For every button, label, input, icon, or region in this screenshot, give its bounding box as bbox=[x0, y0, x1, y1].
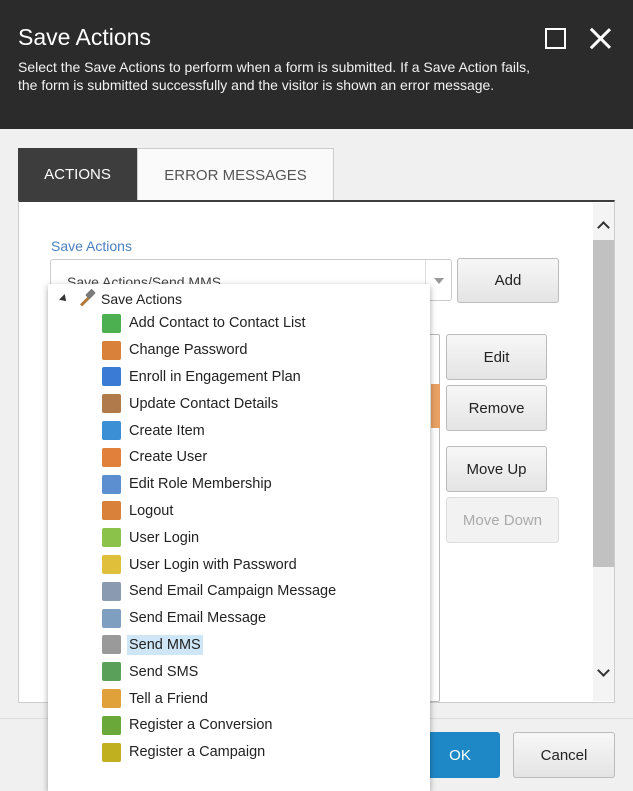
save-actions-label: Save Actions bbox=[51, 238, 132, 254]
flag-icon bbox=[102, 715, 121, 735]
tree-item[interactable]: User Login with Password bbox=[102, 551, 338, 578]
create-item-icon bbox=[102, 421, 121, 441]
dialog-header: Save Actions Select the Save Actions to … bbox=[0, 0, 633, 129]
tree-item[interactable]: Edit Role Membership bbox=[102, 471, 338, 498]
tree-root-label: Save Actions bbox=[101, 291, 182, 307]
tree-item[interactable]: Send Email Campaign Message bbox=[102, 578, 338, 605]
create-user-icon bbox=[102, 447, 121, 467]
tree-item[interactable]: Send SMS bbox=[102, 658, 338, 685]
tree-item-label: Register a Campaign bbox=[129, 744, 266, 761]
tree-item[interactable]: Create User bbox=[102, 444, 338, 471]
move-down-button: Move Down bbox=[446, 497, 559, 543]
selected-row-highlight bbox=[431, 384, 440, 428]
maximize-icon[interactable] bbox=[545, 28, 566, 49]
ok-button[interactable]: OK bbox=[420, 732, 500, 778]
cancel-button[interactable]: Cancel bbox=[513, 732, 615, 778]
email-message-icon bbox=[102, 608, 121, 628]
close-icon[interactable] bbox=[588, 26, 612, 50]
tree-item[interactable]: Register a Campaign bbox=[102, 739, 338, 766]
tree-item-label: User Login with Password bbox=[129, 556, 297, 573]
tree-item[interactable]: Enroll in Engagement Plan bbox=[102, 364, 338, 391]
user-login-icon bbox=[102, 528, 121, 548]
contact-details-icon bbox=[102, 394, 121, 414]
dialog-description: Select the Save Actions to perform when … bbox=[18, 59, 531, 93]
tree-item-label: User Login bbox=[129, 529, 200, 546]
engagement-plan-icon bbox=[102, 367, 121, 387]
email-campaign-icon bbox=[102, 581, 121, 601]
tree-item-label: Send SMS bbox=[129, 663, 199, 680]
tree-item[interactable]: Logout bbox=[102, 498, 338, 525]
panel-scrollbar[interactable] bbox=[593, 203, 614, 701]
dialog-title: Save Actions bbox=[18, 24, 151, 50]
tree-item[interactable]: Send Email Message bbox=[102, 605, 338, 632]
tree-item-label: Create User bbox=[129, 449, 208, 466]
remove-button[interactable]: Remove bbox=[446, 385, 547, 431]
scroll-up-icon[interactable] bbox=[596, 218, 611, 234]
logout-icon bbox=[102, 501, 121, 521]
scroll-thumb[interactable] bbox=[593, 240, 614, 567]
sms-icon bbox=[102, 662, 121, 682]
edit-button[interactable]: Edit bbox=[446, 334, 547, 380]
add-button[interactable]: Add bbox=[457, 258, 559, 303]
tree-item-label: Create Item bbox=[129, 422, 205, 439]
tree-item-label: Change Password bbox=[129, 342, 248, 359]
tree-item-label: Add Contact to Contact List bbox=[129, 315, 306, 332]
tree-item-label: Edit Role Membership bbox=[129, 476, 272, 493]
tree-item[interactable]: Tell a Friend bbox=[102, 685, 338, 712]
tree-item-label: Tell a Friend bbox=[129, 690, 208, 707]
save-actions-dropdown: Save Actions Add Contact to Contact List… bbox=[48, 284, 430, 791]
tree-item-label: Enroll in Engagement Plan bbox=[129, 368, 301, 385]
tree-item[interactable]: Update Contact Details bbox=[102, 390, 338, 417]
tree-item[interactable]: User Login bbox=[102, 524, 338, 551]
tab-actions[interactable]: ACTIONS bbox=[18, 148, 137, 201]
tree-item[interactable]: Create Item bbox=[102, 417, 338, 444]
tree-item[interactable]: Add Contact to Contact List bbox=[102, 310, 338, 337]
hammer-icon bbox=[77, 290, 97, 308]
tree-item-label: Update Contact Details bbox=[129, 395, 279, 412]
collapse-toggle-icon[interactable] bbox=[59, 294, 69, 304]
move-up-button[interactable]: Move Up bbox=[446, 446, 547, 492]
tab-error-messages[interactable]: ERROR MESSAGES bbox=[137, 148, 334, 201]
tree-item-label: Send Email Campaign Message bbox=[129, 583, 337, 600]
tree-item-label: Register a Conversion bbox=[129, 717, 273, 734]
mms-icon bbox=[102, 635, 121, 655]
tree-item[interactable]: Send MMS bbox=[102, 632, 338, 659]
scroll-down-icon[interactable] bbox=[596, 664, 611, 681]
tree-item[interactable]: Register a Conversion bbox=[102, 712, 338, 739]
tree-item-label: Send Email Message bbox=[129, 610, 267, 627]
tree-root-save-actions[interactable]: Save Actions bbox=[59, 288, 182, 310]
tree-item[interactable]: Change Password bbox=[102, 337, 338, 364]
tree-item-label: Logout bbox=[129, 502, 174, 519]
tell-friend-icon bbox=[102, 689, 121, 709]
role-membership-icon bbox=[102, 474, 121, 494]
contact-list-icon bbox=[102, 313, 121, 333]
tree-item-label: Send MMS bbox=[127, 634, 203, 655]
campaign-icon bbox=[102, 742, 121, 762]
user-login-password-icon bbox=[102, 555, 121, 575]
user-key-icon bbox=[102, 340, 121, 360]
tree-items: Add Contact to Contact List Change Passwo… bbox=[102, 310, 338, 766]
